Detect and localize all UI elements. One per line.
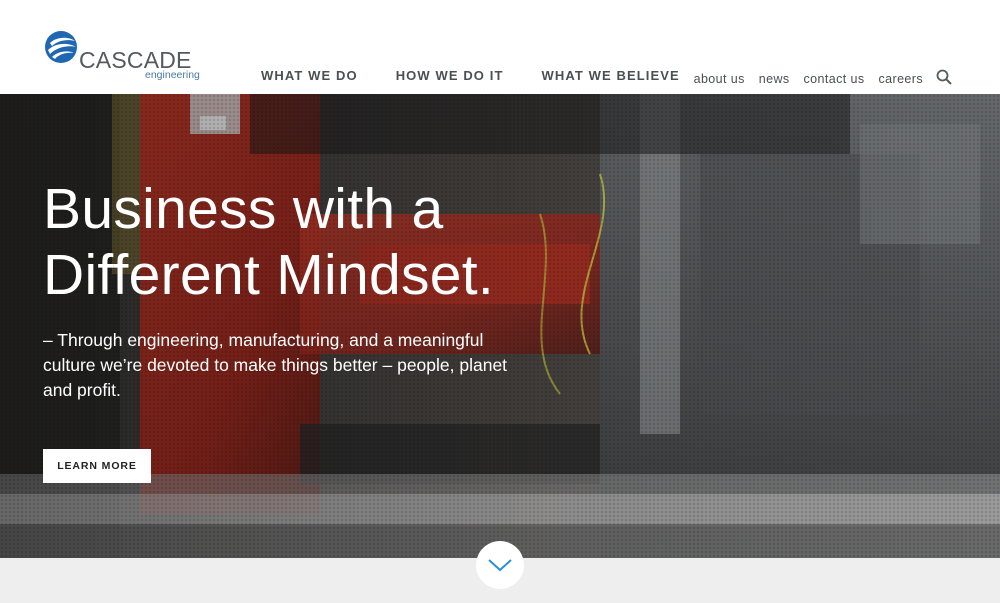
nav-what-we-believe[interactable]: WHAT WE BELIEVE — [542, 69, 680, 83]
site-header: CASCADE engineering WHAT WE DO HOW WE DO… — [0, 0, 1000, 94]
hero-shade-overlay — [0, 94, 1000, 558]
hero-title-line-2: Different Mindset. — [43, 243, 495, 307]
utility-nav: about us news contact us careers — [680, 69, 952, 87]
nav-careers[interactable]: careers — [879, 72, 923, 86]
scroll-down-button[interactable] — [476, 541, 524, 589]
nav-about-us[interactable]: about us — [694, 72, 745, 86]
learn-more-button[interactable]: LEARN MORE — [43, 449, 151, 483]
hero-section: Business with a Different Mindset. – Thr… — [0, 94, 1000, 558]
search-icon[interactable] — [936, 69, 952, 85]
brand-tagline: engineering — [145, 69, 200, 81]
hero-subtitle: – Through engineering, manufacturing, an… — [43, 330, 508, 400]
nav-news[interactable]: news — [759, 72, 790, 86]
hero-title-line-1: Business with a — [43, 177, 444, 241]
cascade-globe-icon — [45, 31, 77, 63]
cascade-logo[interactable]: CASCADE engineering — [44, 30, 214, 82]
hero-title: Business with a Different Mindset. — [43, 176, 603, 308]
nav-contact-us[interactable]: contact us — [804, 72, 865, 86]
chevron-down-icon — [488, 559, 512, 572]
main-nav: WHAT WE DO HOW WE DO IT WHAT WE BELIEVE — [261, 69, 718, 83]
nav-what-we-do[interactable]: WHAT WE DO — [261, 69, 358, 83]
nav-how-we-do-it[interactable]: HOW WE DO IT — [396, 69, 504, 83]
